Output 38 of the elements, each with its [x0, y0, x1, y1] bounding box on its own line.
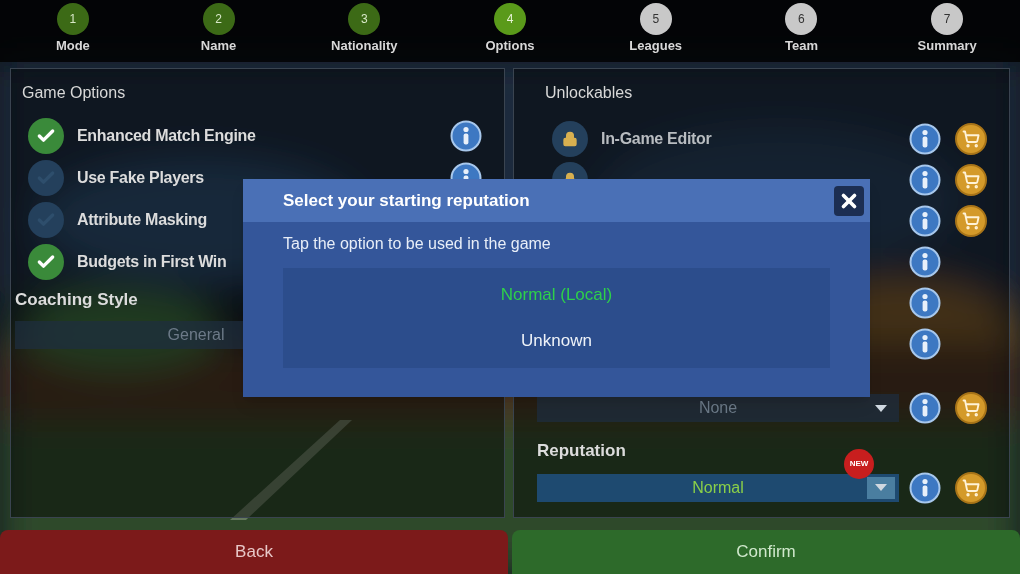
close-button[interactable] — [834, 185, 864, 216]
dropdown-value: General — [167, 324, 225, 345]
info-icon[interactable] — [909, 392, 941, 424]
info-icon[interactable] — [909, 471, 941, 504]
info-icon[interactable] — [909, 163, 941, 196]
step-label: Nationality — [331, 37, 398, 55]
panel-title: Unlockables — [545, 83, 633, 103]
info-icon[interactable] — [909, 122, 941, 155]
dropdown-button[interactable] — [867, 476, 895, 499]
section-label: Reputation — [537, 440, 626, 462]
step-label: Team — [784, 37, 818, 55]
info-icon[interactable] — [909, 204, 941, 237]
dropdown-field[interactable]: Normal — [537, 473, 899, 502]
dropdown-value: None — [698, 398, 738, 418]
step-label: Name — [200, 37, 237, 55]
option-label: Enhanced Match Engine — [77, 126, 256, 146]
option-label: Use Fake Players — [77, 168, 204, 188]
confirm-button[interactable]: Confirm — [512, 530, 1020, 574]
dialog-message: Tap the option to be used in the game — [283, 234, 551, 254]
unlockable-label: In-Game Editor — [601, 128, 712, 149]
option-label: Budgets in First Win — [77, 252, 227, 272]
step-label: Leagues — [629, 37, 683, 55]
info-icon[interactable] — [909, 327, 941, 360]
panel-title: Game Options — [22, 83, 126, 103]
dialog-title: Select your starting reputation — [283, 189, 530, 212]
info-icon[interactable] — [909, 286, 941, 319]
dialog-option[interactable]: Normal (Local) — [283, 272, 830, 318]
section-label: Coaching Style — [15, 289, 138, 311]
info-icon[interactable] — [909, 245, 941, 278]
step-label: Options — [485, 37, 535, 55]
step-label: Mode — [55, 37, 90, 55]
caret-icon — [875, 484, 887, 491]
back-button[interactable]: Back — [0, 530, 508, 574]
caret-icon — [875, 405, 887, 412]
info-icon[interactable] — [450, 120, 482, 152]
dropdown-value: Normal — [692, 477, 744, 498]
step-label: Summary — [917, 37, 977, 55]
option-label: Attribute Masking — [77, 210, 208, 230]
